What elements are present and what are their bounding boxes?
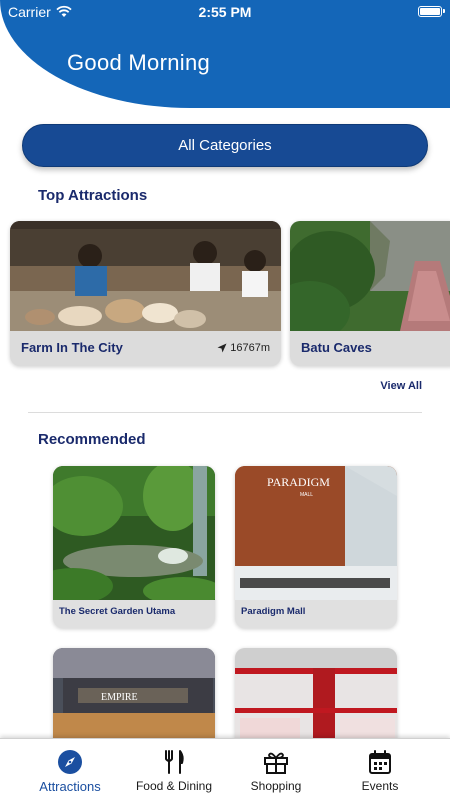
recommended-card-paradigm-mall[interactable]: PARADIGM MALL Paradigm Mall xyxy=(235,466,397,628)
tab-shopping[interactable]: Shopping xyxy=(226,739,326,800)
gift-icon xyxy=(264,752,288,774)
battery-icon xyxy=(418,6,445,17)
tab-food-dining[interactable]: Food & Dining xyxy=(124,739,224,800)
tab-label: Shopping xyxy=(250,779,302,793)
svg-text:EMPIRE: EMPIRE xyxy=(101,692,138,703)
tab-label: Attractions xyxy=(39,779,101,794)
bottom-tab-bar: Attractions Food & Dining Shopping Event… xyxy=(0,738,450,800)
tab-attractions[interactable]: Attractions xyxy=(20,739,120,800)
view-all-link[interactable]: View All xyxy=(380,380,422,392)
recommended-name: The Secret Garden Utama xyxy=(59,606,176,617)
attraction-name: Farm In The City xyxy=(21,340,123,355)
attraction-image xyxy=(10,221,281,331)
recommended-name: Paradigm Mall xyxy=(241,606,306,617)
top-attractions-title: Top Attractions xyxy=(38,187,148,204)
all-categories-button[interactable]: All Categories xyxy=(22,124,428,167)
recommended-image xyxy=(53,466,215,600)
attraction-image xyxy=(290,221,450,331)
recommended-card-secret-garden[interactable]: The Secret Garden Utama xyxy=(53,466,215,628)
attraction-name: Batu Caves xyxy=(301,340,372,355)
tab-label: Events xyxy=(361,779,399,793)
svg-text:MALL: MALL xyxy=(300,492,313,498)
status-time: 2:55 PM xyxy=(198,4,252,20)
recommended-image: PARADIGM MALL xyxy=(235,466,397,600)
status-bar: Carrier 2:55 PM xyxy=(0,0,450,24)
attraction-card-farm[interactable]: Farm In The City 16767m xyxy=(10,221,281,366)
calendar-icon xyxy=(369,750,391,774)
attraction-distance: 16767m xyxy=(217,342,270,354)
fork-knife-icon xyxy=(165,750,184,774)
distance-value: 16767m xyxy=(230,342,270,354)
greeting-title: Good Morning xyxy=(67,50,211,75)
attraction-card-batu-caves[interactable]: Batu Caves xyxy=(290,221,450,366)
tab-label: Food & Dining xyxy=(135,779,213,793)
tab-events[interactable]: Events xyxy=(330,739,430,800)
section-divider xyxy=(28,412,422,413)
recommended-title: Recommended xyxy=(38,431,146,448)
svg-text:PARADIGM: PARADIGM xyxy=(267,475,330,489)
compass-icon xyxy=(58,750,82,774)
navigation-arrow-icon xyxy=(217,343,227,353)
